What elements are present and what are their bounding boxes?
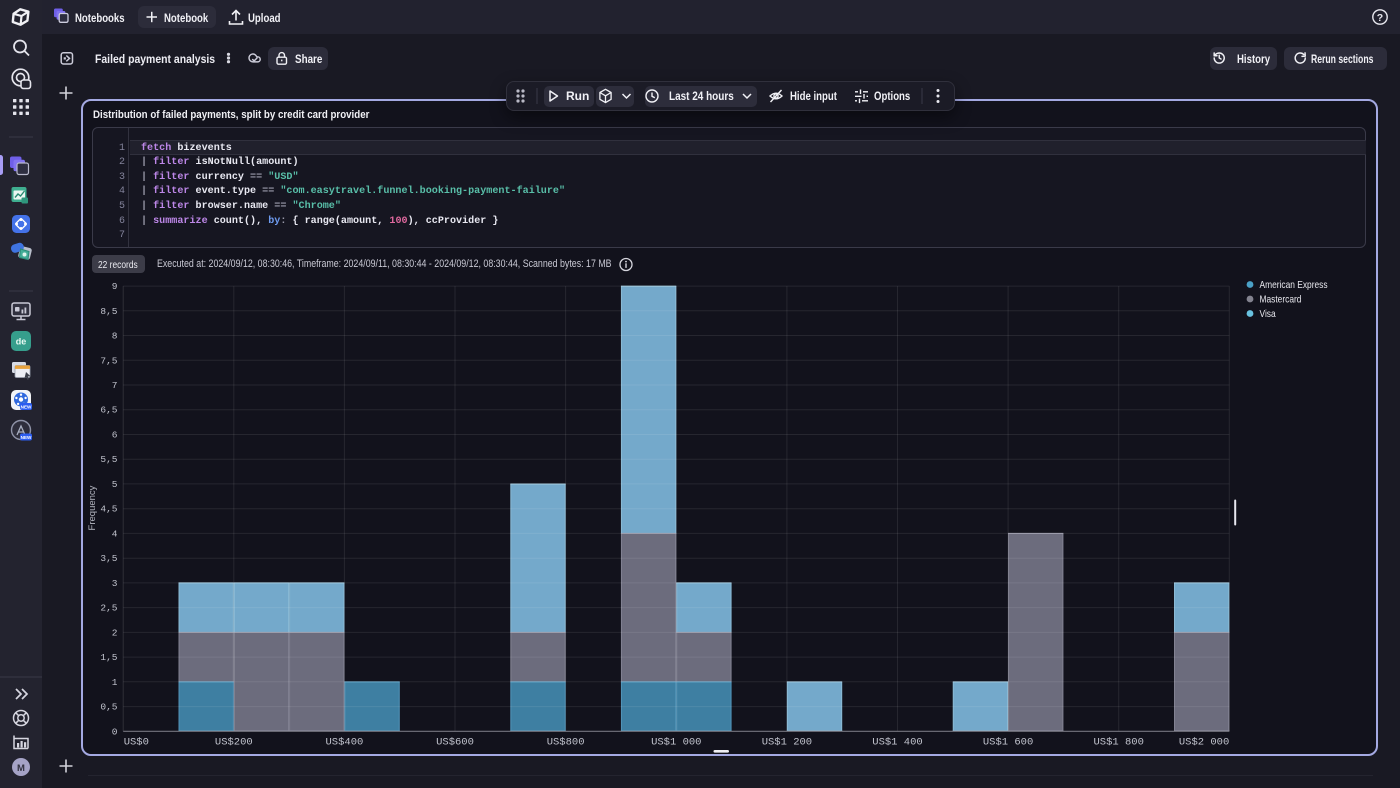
svg-text:M: M bbox=[17, 763, 25, 774]
svg-text:NEW: NEW bbox=[21, 404, 32, 409]
svg-text:de: de bbox=[16, 337, 27, 347]
svg-text:NEW: NEW bbox=[21, 435, 32, 440]
svg-text:?: ? bbox=[1377, 12, 1383, 24]
